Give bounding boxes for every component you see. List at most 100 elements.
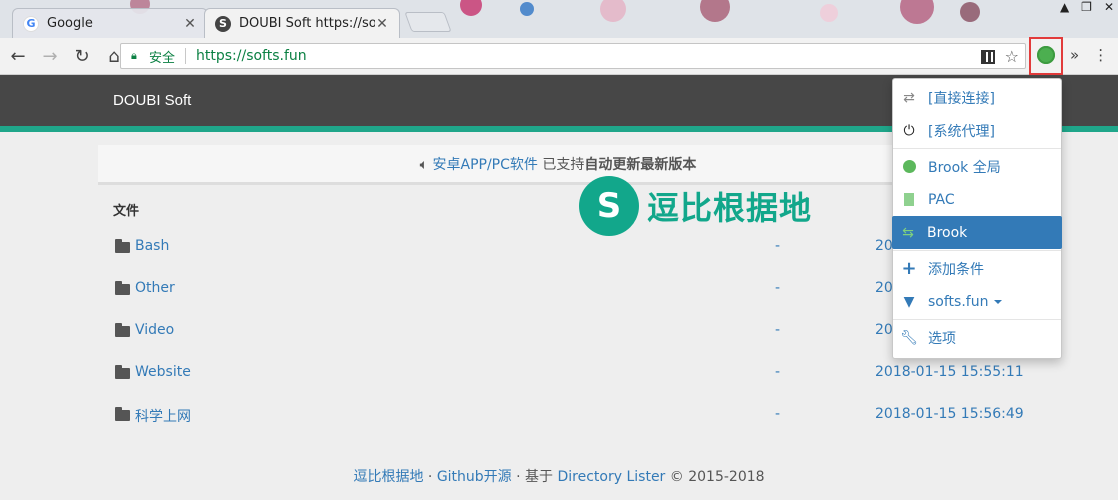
retweet-icon: ⇆ [902,224,914,241]
menu-item-system[interactable]: ⏻ [系统代理] [893,114,1061,147]
decorative-flower [460,0,482,16]
address-separator [185,48,187,64]
menu-item-label: softs.fun [928,293,989,310]
close-tab-icon[interactable]: ✕ [375,16,389,32]
decorative-flower [960,2,980,22]
menu-item-pac[interactable]: PAC [893,183,1061,216]
proxy-switch-menu: ⇄ [直接连接] ⏻ [系统代理] Brook 全局 PAC ⇆ Brook +… [892,78,1062,359]
menu-item-label: [系统代理] [928,123,995,140]
file-name[interactable]: 科学上网 [135,406,191,426]
footer-separator: · [423,469,437,485]
file-name[interactable]: Other [135,280,175,296]
menu-item-label: Brook [927,224,968,241]
file-name[interactable]: Website [135,364,191,380]
address-bar-actions: ☆ [980,47,1019,66]
globe-icon [901,159,917,175]
menu-item-brook[interactable]: ⇆ Brook [892,216,1062,249]
security-label: 安全 [149,50,176,66]
menu-item-brook-global[interactable]: Brook 全局 [893,150,1061,183]
site-footer: 逗比根据地 · Github开源 · 基于 Directory Lister ©… [0,466,1118,486]
site-brand[interactable]: DOUBI Soft [113,92,191,109]
menu-item-label: PAC [928,191,955,208]
menu-item-options[interactable]: 🔧︎ 选项 [893,321,1061,354]
menu-item-domain[interactable]: ▼ softs.fun [893,285,1061,318]
announcement-bar: 🔈︎ 安卓APP/PC软件 已支持自动更新最新版本 [98,145,1018,185]
window-controls: ▲ ❐ ✕ [1060,0,1114,14]
menu-item-label: 添加条件 [928,261,984,278]
menu-divider [893,148,1061,149]
file-size: - [775,280,781,296]
table-row[interactable]: 科学上网 - 2018-01-15 15:56:49 [113,406,1033,426]
plus-icon: + [901,258,917,279]
close-window-icon[interactable]: ✕ [1104,0,1114,14]
file-size: - [775,238,781,254]
proxy-extension-icon[interactable] [1037,46,1055,64]
column-header-file[interactable]: 文件 [113,200,139,219]
doubi-soft-icon: S [215,15,231,32]
file-date: 2018-01-15 15:56:49 [875,406,1024,422]
power-icon: ⏻ [903,122,915,139]
chevron-down-icon [994,299,1003,304]
site-watermark: S 逗比根据地 [579,176,812,236]
menu-item-add-condition[interactable]: + 添加条件 [893,252,1061,285]
url-text[interactable]: https://softs.fun [196,48,307,64]
kebab-menu-icon[interactable]: ⋮ [1093,46,1108,64]
tab-doubi-soft[interactable]: S DOUBI Soft https://soft ✕ [204,8,400,38]
menu-item-label: Brook 全局 [928,159,1001,176]
footer-lister-link[interactable]: Directory Lister [558,469,666,485]
menu-item-label: 选项 [928,330,956,347]
speaker-icon: 🔈︎ [419,157,429,173]
file-date: 20 [875,322,893,338]
tab-title: Google [47,16,93,31]
table-row[interactable]: Website - 2018-01-15 15:55:11 [113,364,1033,384]
lock-icon: 🔒︎ [131,49,137,62]
footer-site-link[interactable]: 逗比根据地 [353,469,423,485]
decorative-flower [600,0,626,22]
menu-item-direct[interactable]: ⇄ [直接连接] [893,81,1061,114]
address-bar[interactable]: 🔒︎ 安全 https://softs.fun ☆ [120,43,1026,69]
menu-item-label: [直接连接] [928,90,995,107]
tab-google[interactable]: G Google ✕ [12,8,208,38]
watermark-text: 逗比根据地 [647,189,813,227]
notice-text: 已支持 [537,157,585,173]
footer-based-on: · 基于 [511,469,558,485]
file-size: - [775,364,781,380]
forward-arrow-icon[interactable]: → [36,42,64,70]
qr-code-icon[interactable] [980,49,995,64]
menu-divider [893,250,1061,251]
filter-icon: ▼ [903,293,915,310]
reload-icon[interactable]: ↻ [68,42,96,70]
file-size: - [775,322,781,338]
watermark-logo-icon: S [579,176,639,236]
close-tab-icon[interactable]: ✕ [183,16,197,32]
restore-window-icon[interactable]: ❐ [1081,0,1092,14]
file-name[interactable]: Bash [135,238,169,254]
footer-copyright: © 2015-2018 [665,469,765,485]
user-icon[interactable]: ▲ [1060,0,1069,14]
folder-icon [115,239,130,253]
back-arrow-icon[interactable]: ← [4,42,32,70]
exchange-arrows-icon: ⇄ [903,89,915,106]
file-date: 20 [875,280,893,296]
notice-bold-text: 自动更新最新版本 [584,157,697,173]
chevron-double-down-icon[interactable]: » [1070,46,1079,64]
file-name[interactable]: Video [135,322,174,338]
notice-link[interactable]: 安卓APP/PC软件 [433,157,538,173]
footer-github-link[interactable]: Github开源 [437,469,512,485]
decorative-butterfly [520,2,534,16]
bookmark-star-icon[interactable]: ☆ [1005,47,1019,66]
file-date: 2018-01-15 15:55:11 [875,364,1024,380]
new-tab-button[interactable] [404,12,452,32]
file-icon [901,192,917,208]
folder-icon [115,407,130,421]
toolbar-right-actions: » ⋮ [1070,46,1108,64]
folder-icon [115,365,130,379]
google-g-icon: G [23,15,39,32]
wrench-icon: 🔧︎ [900,329,918,346]
browser-tab-strip: G Google ✕ S DOUBI Soft https://soft ✕ ▲… [0,0,1118,38]
decorative-flower [820,4,838,22]
decorative-flower [700,0,730,22]
menu-divider [893,319,1061,320]
file-date: 20 [875,238,893,254]
file-size: - [775,406,781,422]
